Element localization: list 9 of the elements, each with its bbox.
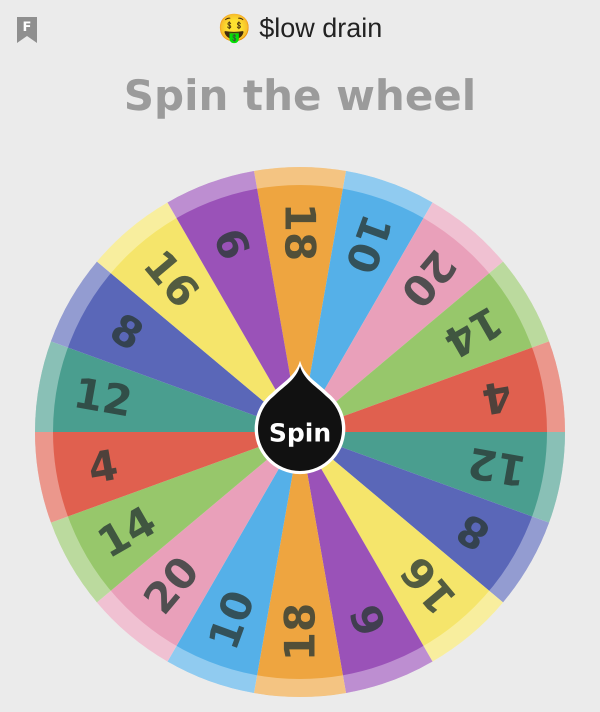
segment-label: 18 [276, 202, 324, 262]
segment-label: 18 [276, 602, 324, 662]
segment-label: 4 [478, 370, 516, 424]
segment-label: 12 [70, 368, 136, 426]
page-title: 🤑 $low drain [218, 12, 382, 44]
spin-button[interactable]: Spin [254, 360, 346, 474]
heading: Spin the wheel [122, 70, 478, 122]
segment-label: 12 [464, 438, 530, 496]
segment-label: 4 [84, 440, 122, 494]
